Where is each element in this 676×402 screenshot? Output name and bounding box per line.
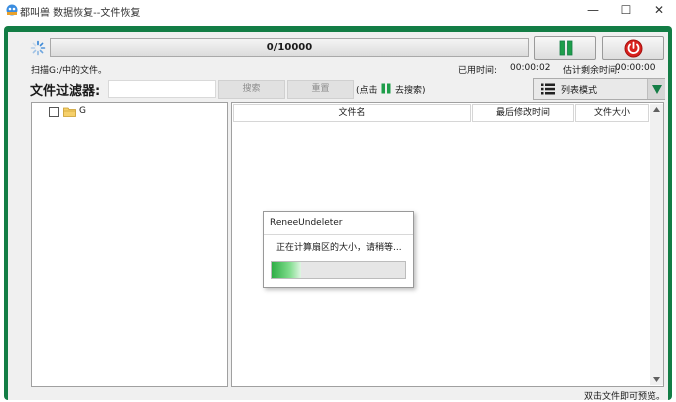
folder-tree[interactable]: G — [31, 102, 228, 387]
title-bar: 都叫兽 数据恢复--文件恢复 — ☐ ✕ — [0, 0, 676, 22]
scroll-up-icon[interactable] — [653, 107, 660, 112]
search-hint-prefix: (点击 — [356, 86, 378, 96]
pause-icon — [559, 40, 573, 56]
dialog-progress-fill — [272, 262, 302, 278]
search-hint-suffix: 去搜索) — [395, 86, 426, 96]
file-filter-input[interactable] — [108, 80, 216, 98]
tree-item-checkbox[interactable] — [49, 107, 59, 117]
stop-button[interactable] — [602, 36, 664, 60]
progress-dialog: ReneeUndeleter 正在计算扇区的大小，请稍等... — [263, 211, 414, 288]
list-view-icon — [541, 83, 555, 95]
loading-spinner-icon — [30, 40, 46, 56]
scan-progress-bar: 0/10000 — [50, 38, 529, 57]
minimize-button[interactable]: — — [578, 0, 608, 22]
dialog-message: 正在计算扇区的大小，请稍等... — [276, 243, 402, 253]
vertical-scrollbar[interactable] — [650, 104, 663, 385]
column-header-filename[interactable]: 文件名 — [233, 104, 471, 122]
dialog-divider — [264, 234, 413, 235]
search-button[interactable]: 搜索 — [218, 80, 285, 99]
elapsed-time-value: 00:00:02 — [510, 63, 551, 73]
scan-status-text: 扫描G:/中的文件。 — [31, 66, 108, 76]
remaining-time-value: 00:00:00 — [615, 63, 656, 73]
tree-item-label: G — [79, 106, 86, 116]
column-header-size[interactable]: 文件大小 — [575, 104, 649, 122]
maximize-button[interactable]: ☐ — [611, 0, 641, 22]
window-title: 都叫兽 数据恢复--文件恢复 — [20, 8, 141, 19]
app-logo-icon — [6, 4, 18, 16]
pause-button[interactable] — [534, 36, 596, 60]
view-mode-label: 列表模式 — [561, 86, 598, 96]
preview-hint: 双击文件即可预览。 — [584, 392, 666, 402]
column-header-modified[interactable]: 最后修改时间 — [472, 104, 574, 122]
view-mode-dropdown-button[interactable] — [647, 79, 665, 99]
stop-icon — [624, 39, 643, 58]
triangle-down-icon — [652, 85, 662, 94]
file-filter-label: 文件过滤器: — [30, 84, 101, 99]
view-mode-selector[interactable]: 列表模式 — [533, 78, 665, 100]
remaining-time-label: 估计剩余时间: — [563, 66, 621, 76]
scroll-down-icon[interactable] — [653, 377, 660, 382]
folder-icon — [63, 107, 76, 117]
dialog-progress-bar — [271, 261, 406, 279]
pause-icon — [381, 83, 391, 94]
dialog-title: ReneeUndeleter — [270, 218, 343, 228]
reset-button[interactable]: 重置 — [287, 80, 354, 99]
elapsed-time-label: 已用时间: — [458, 66, 498, 76]
close-window-button[interactable]: ✕ — [644, 0, 674, 22]
tree-item[interactable]: G — [32, 103, 227, 121]
